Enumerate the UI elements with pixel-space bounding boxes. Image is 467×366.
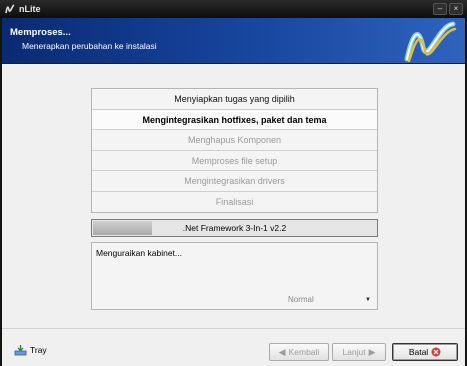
minimize-button[interactable]: – bbox=[433, 3, 447, 15]
log-panel: Menguraikan kabinet... Normal ▼ bbox=[91, 242, 378, 310]
wizard-header: Memproses... Menerapkan perubahan ke ins… bbox=[2, 18, 465, 64]
chevron-down-icon: ▼ bbox=[365, 296, 371, 303]
cancel-label: Batal bbox=[408, 347, 429, 357]
tray-button[interactable]: Tray bbox=[14, 344, 47, 356]
arrow-left-icon: ◀ bbox=[278, 346, 286, 357]
step-list: Menyiapkan tugas yang dipilih Mengintegr… bbox=[91, 88, 378, 213]
nlite-logo-icon bbox=[404, 21, 457, 63]
next-label: Lanjut bbox=[342, 347, 366, 357]
title-bar[interactable]: nLite – × bbox=[0, 0, 467, 18]
cancel-icon bbox=[431, 347, 441, 357]
footer-bar: Tray ◀ Kembali Lanjut ▶ Batal bbox=[2, 328, 465, 366]
arrow-right-icon: ▶ bbox=[368, 346, 376, 357]
next-button[interactable]: Lanjut ▶ bbox=[332, 343, 386, 361]
priority-value: Normal bbox=[288, 295, 314, 304]
minimize-icon: – bbox=[437, 4, 443, 13]
nlite-window: nLite – × Memproses... Menerapkan peruba… bbox=[0, 0, 467, 366]
tray-label: Tray bbox=[30, 345, 47, 355]
back-button[interactable]: ◀ Kembali bbox=[269, 343, 329, 361]
step-item: Mengintegrasikan hotfixes, paket dan tem… bbox=[92, 109, 377, 130]
header-subtitle: Menerapkan perubahan ke instalasi bbox=[22, 41, 157, 51]
step-item: Menghapus Komponen bbox=[92, 130, 377, 151]
step-item: Mengintegrasikan drivers bbox=[92, 171, 377, 192]
priority-select[interactable]: Normal ▼ bbox=[284, 293, 374, 306]
back-label: Kembali bbox=[288, 347, 320, 357]
nlite-logo-icon bbox=[5, 4, 15, 14]
step-item: Memproses file setup bbox=[92, 150, 377, 171]
tray-icon bbox=[14, 345, 27, 356]
close-icon: × bbox=[453, 4, 459, 13]
step-item: Finalisasi bbox=[92, 191, 377, 212]
step-item: Menyiapkan tugas yang dipilih bbox=[92, 89, 377, 110]
progress-label: .Net Framework 3-In-1 v2.2 bbox=[182, 223, 287, 233]
window-title: nLite bbox=[19, 4, 41, 14]
main-content: Menyiapkan tugas yang dipilih Mengintegr… bbox=[2, 64, 465, 328]
log-text: Menguraikan kabinet... bbox=[96, 248, 182, 258]
progress-bar: .Net Framework 3-In-1 v2.2 bbox=[91, 219, 378, 237]
header-title: Memproses... bbox=[10, 27, 71, 38]
close-button[interactable]: × bbox=[449, 3, 463, 15]
cancel-button[interactable]: Batal bbox=[392, 343, 458, 361]
